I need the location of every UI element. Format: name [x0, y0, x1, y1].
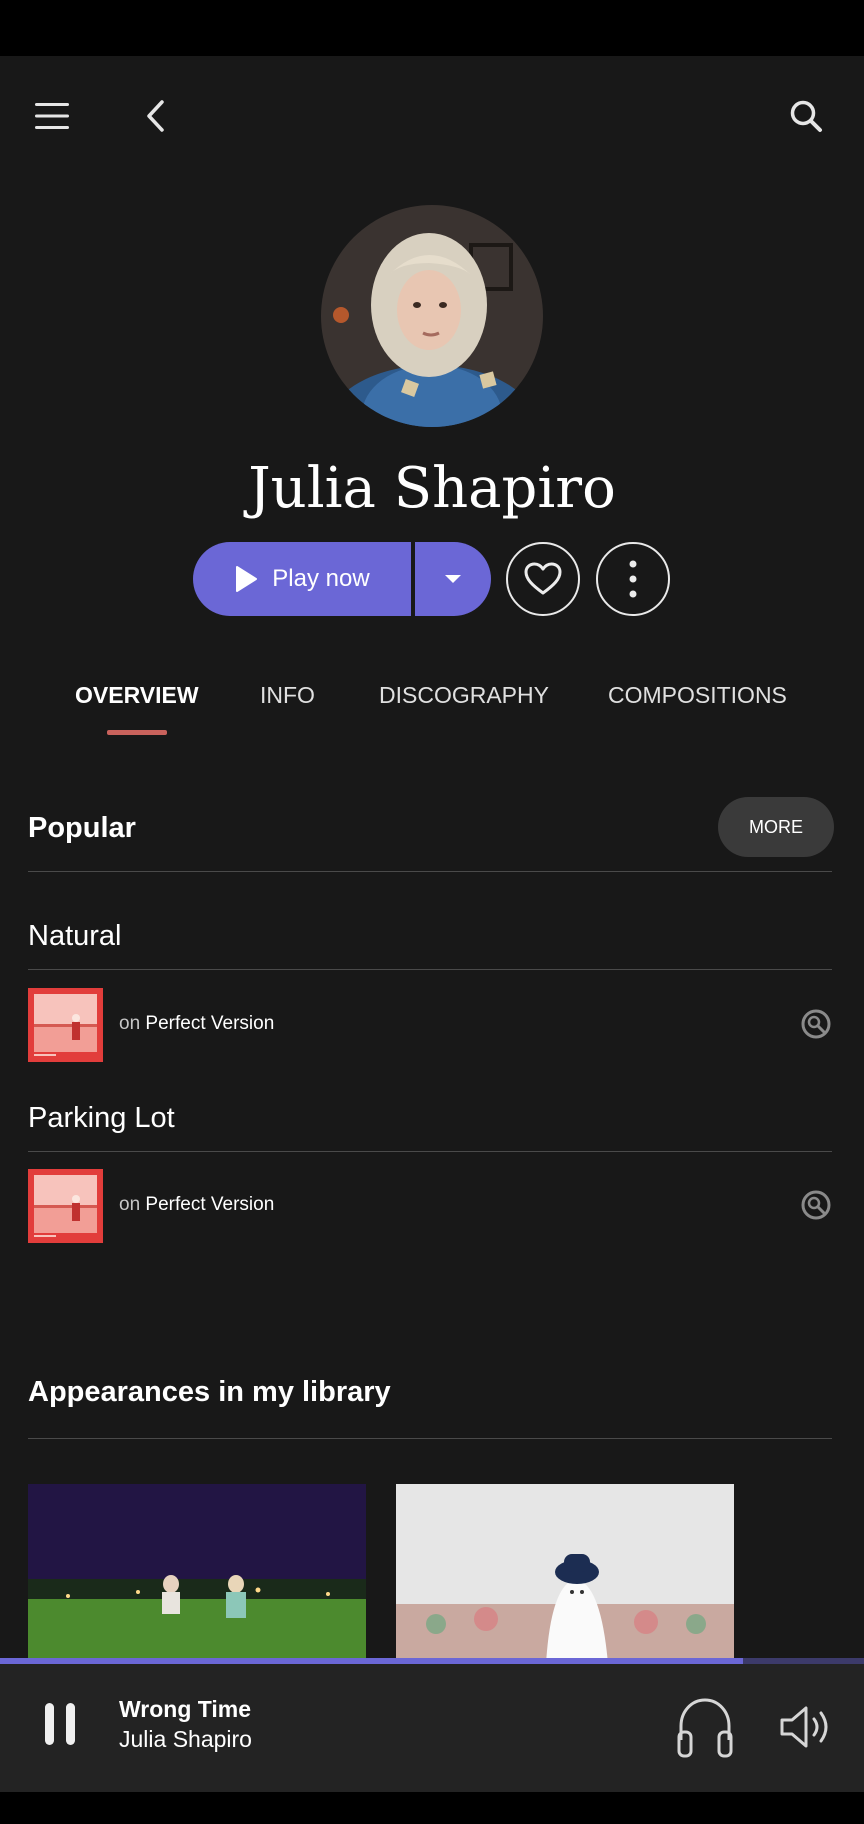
status-bar: [0, 0, 864, 56]
appearances-heading: Appearances in my library: [28, 1376, 391, 1408]
now-playing-bar: Wrong Time Julia Shapiro: [0, 1664, 864, 1792]
headphones-icon: [677, 1698, 733, 1758]
artist-avatar: [321, 205, 543, 427]
track-row[interactable]: on Perfect Version: [28, 988, 832, 1062]
more-vertical-icon: [629, 560, 637, 598]
more-options-button[interactable]: [596, 542, 670, 616]
track-title[interactable]: Natural: [28, 920, 122, 953]
more-popular-button[interactable]: MORE: [718, 797, 834, 857]
artist-name: Julia Shapiro: [248, 456, 616, 521]
output-device-button[interactable]: [670, 1692, 740, 1762]
back-arrow-icon: [147, 100, 164, 132]
favorite-button[interactable]: [506, 542, 580, 616]
search-button[interactable]: [776, 86, 836, 146]
play-icon: [236, 566, 258, 592]
now-playing-artist[interactable]: Julia Shapiro: [119, 1726, 252, 1753]
divider: [28, 1151, 832, 1152]
caret-down-icon: [445, 575, 461, 583]
track-album-line: on Perfect Version: [119, 1194, 274, 1216]
tab-overview[interactable]: OVERVIEW: [75, 682, 199, 709]
album-thumbnail: [28, 988, 103, 1062]
track-row[interactable]: on Perfect Version: [28, 1169, 832, 1243]
tab-compositions[interactable]: COMPOSITIONS: [608, 682, 787, 709]
album-link[interactable]: Perfect Version: [145, 1194, 274, 1215]
divider: [28, 871, 832, 872]
divider: [28, 1438, 832, 1439]
pause-icon: [45, 1703, 75, 1745]
menu-icon: [35, 103, 69, 129]
system-navigation-bar: [0, 1792, 864, 1824]
menu-button[interactable]: [22, 86, 82, 146]
popular-heading: Popular: [28, 812, 136, 844]
volume-icon: [780, 1706, 828, 1748]
search-track-icon[interactable]: [800, 1008, 832, 1040]
volume-button[interactable]: [772, 1692, 842, 1762]
play-options-dropdown[interactable]: [415, 542, 491, 616]
play-now-label: Play now: [272, 565, 370, 592]
track-title[interactable]: Parking Lot: [28, 1102, 175, 1135]
album-thumbnail: [28, 1169, 103, 1243]
heart-icon: [524, 562, 562, 595]
album-link[interactable]: Perfect Version: [145, 1013, 274, 1034]
play-now-button[interactable]: Play now: [193, 542, 411, 616]
divider: [28, 969, 832, 970]
pause-button[interactable]: [28, 1692, 92, 1756]
back-button[interactable]: [126, 86, 186, 146]
now-playing-title[interactable]: Wrong Time: [119, 1696, 251, 1723]
artist-page: Julia Shapiro Play now OVERVIEW INFO DIS…: [0, 56, 864, 1792]
search-icon: [790, 100, 822, 132]
on-label: on: [119, 1194, 141, 1215]
artist-tabs: OVERVIEW INFO DISCOGRAPHY COMPOSITIONS: [0, 682, 864, 752]
tab-discography[interactable]: DISCOGRAPHY: [379, 682, 549, 709]
on-label: on: [119, 1013, 141, 1034]
tab-info[interactable]: INFO: [260, 682, 315, 709]
active-tab-indicator: [107, 730, 167, 735]
track-album-line: on Perfect Version: [119, 1013, 274, 1035]
search-track-icon[interactable]: [800, 1189, 832, 1221]
